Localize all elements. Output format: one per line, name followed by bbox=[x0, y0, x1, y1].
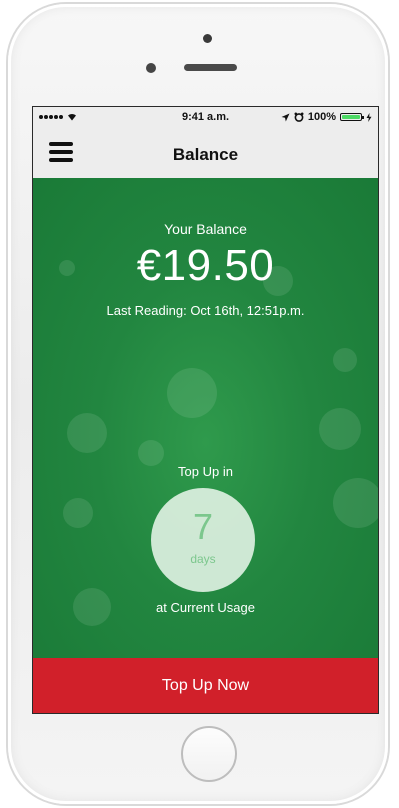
home-button[interactable] bbox=[181, 726, 237, 782]
bokeh-decoration bbox=[67, 413, 107, 453]
bokeh-decoration bbox=[319, 408, 361, 450]
status-right: 100% bbox=[281, 111, 372, 123]
app-screen: 9:41 a.m. 100% Balance Your Balance €19.… bbox=[33, 107, 378, 713]
days-remaining-circle: 7 days bbox=[151, 488, 255, 592]
current-usage-label: at Current Usage bbox=[156, 600, 255, 615]
page-title: Balance bbox=[172, 145, 239, 164]
status-bar: 9:41 a.m. 100% bbox=[33, 107, 378, 129]
bokeh-decoration bbox=[167, 368, 217, 418]
battery-percent: 100% bbox=[307, 111, 336, 123]
charging-icon bbox=[366, 112, 372, 122]
last-reading-text: Last Reading: Oct 16th, 12:51p.m. bbox=[106, 303, 305, 318]
alarm-icon bbox=[294, 112, 304, 122]
battery-fill bbox=[342, 115, 360, 119]
bokeh-decoration bbox=[63, 498, 93, 528]
balance-label: Your Balance bbox=[164, 221, 247, 237]
topup-in-label: Top Up in bbox=[178, 464, 233, 479]
earpiece-speaker bbox=[184, 64, 237, 71]
top-up-now-button[interactable]: Top Up Now bbox=[33, 658, 378, 713]
balance-amount: €19.50 bbox=[136, 241, 275, 290]
balance-panel: Your Balance €19.50 Last Reading: Oct 16… bbox=[33, 178, 378, 658]
battery-icon bbox=[340, 113, 364, 121]
bokeh-decoration bbox=[333, 348, 357, 372]
days-remaining-value: 7 bbox=[192, 506, 214, 547]
front-camera bbox=[203, 34, 212, 43]
days-unit-label: days bbox=[190, 552, 216, 566]
location-arrow-icon bbox=[281, 113, 290, 121]
proximity-sensor bbox=[146, 63, 156, 73]
bokeh-decoration bbox=[138, 440, 164, 466]
nav-bar: Balance bbox=[33, 129, 378, 179]
bokeh-decoration bbox=[333, 478, 378, 528]
